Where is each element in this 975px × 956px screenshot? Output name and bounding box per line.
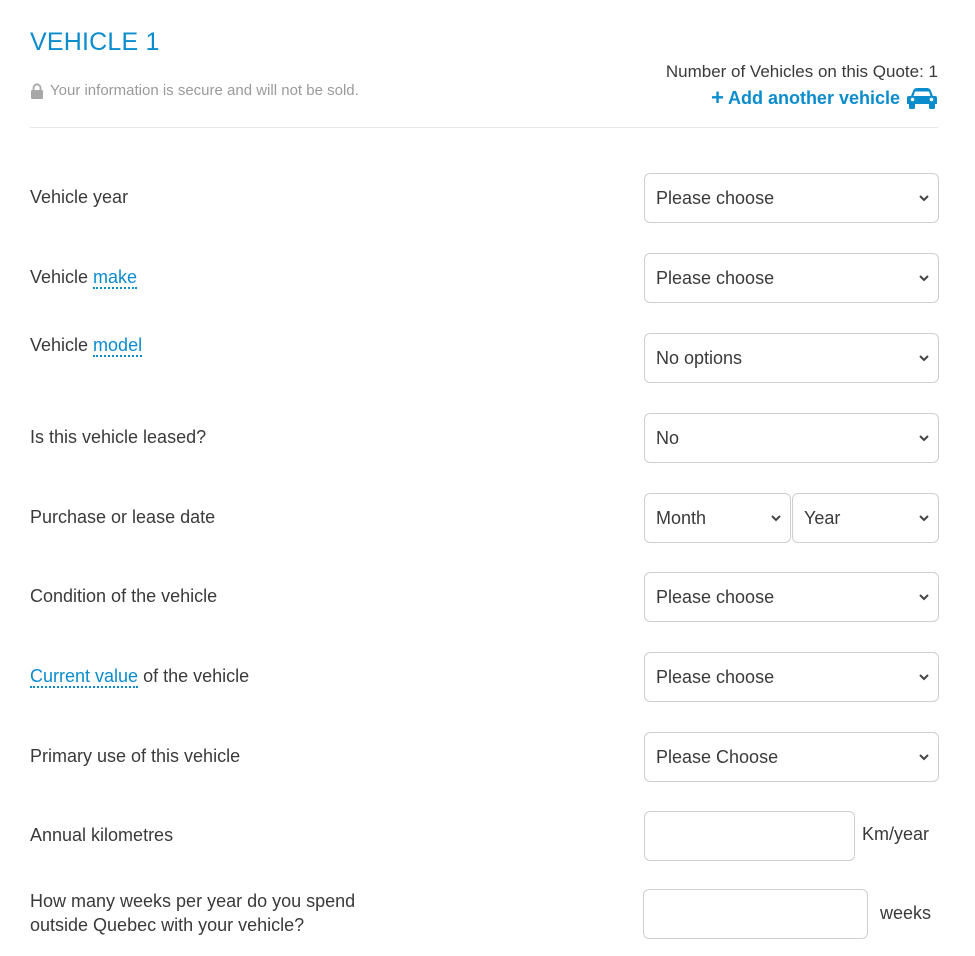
chevron-down-icon	[919, 275, 929, 282]
vehicle-model-value: No options	[656, 347, 743, 368]
current-value-value: Please choose	[656, 666, 775, 687]
purchase-year-value: Year	[804, 507, 841, 528]
weeks-unit: weeks	[880, 903, 932, 923]
add-vehicle-label: Add another vehicle	[727, 87, 900, 108]
chevron-down-icon	[919, 435, 929, 442]
weeks-outside-label-line2: outside Quebec with your vehicle?	[30, 915, 305, 935]
chevron-down-icon	[919, 594, 929, 601]
primary-use-select[interactable]: Please Choose	[644, 732, 939, 782]
page-title: VEHICLE 1	[30, 28, 160, 56]
vehicle-make-value: Please choose	[656, 267, 775, 288]
current-value-label-suffix: of the vehicle	[138, 666, 250, 686]
current-value-label: Current value of the vehicle	[30, 664, 249, 688]
vehicle-year-value: Please choose	[656, 187, 775, 208]
vehicle-leased-label: Is this vehicle leased?	[30, 427, 207, 447]
chevron-down-icon	[919, 754, 929, 761]
vehicle-make-select[interactable]: Please choose	[644, 253, 939, 303]
chevron-down-icon	[771, 515, 781, 522]
vehicle-model-label: Vehicle model	[30, 333, 143, 357]
vehicle-year-label: Vehicle year	[30, 187, 129, 207]
add-vehicle-link[interactable]: + Add another vehicle	[711, 86, 938, 110]
primary-use-label: Primary use of this vehicle	[30, 746, 241, 766]
condition-select[interactable]: Please choose	[644, 572, 939, 622]
vehicle-make-label-prefix: Vehicle	[30, 267, 94, 287]
purchase-month-select[interactable]: Month	[644, 493, 791, 543]
secure-notice: Your information is secure and will not …	[30, 82, 359, 99]
plus-icon: +	[711, 85, 724, 110]
make-help-link[interactable]: make	[93, 267, 138, 289]
annual-kilometres-input[interactable]	[644, 811, 855, 861]
weeks-outside-label: How many weeks per year do you spend out…	[30, 889, 355, 937]
annual-kilometres-label: Annual kilometres	[30, 825, 174, 845]
chevron-down-icon	[919, 195, 929, 202]
chevron-down-icon	[919, 355, 929, 362]
vehicle-year-select[interactable]: Please choose	[644, 173, 939, 223]
current-value-help-link[interactable]: Current value	[30, 666, 139, 688]
chevron-down-icon	[919, 674, 929, 681]
vehicle-leased-value: No	[656, 427, 680, 448]
vehicle-leased-select[interactable]: No	[644, 413, 939, 463]
weeks-outside-label-line1: How many weeks per year do you spend	[30, 891, 356, 911]
vehicle-make-label: Vehicle make	[30, 265, 138, 289]
lock-icon	[31, 82, 43, 99]
vehicle-model-select[interactable]: No options	[644, 333, 939, 383]
condition-value: Please choose	[656, 586, 775, 607]
chevron-down-icon	[919, 515, 929, 522]
purchase-date-label: Purchase or lease date	[30, 507, 216, 527]
secure-text: Your information is secure and will not …	[50, 82, 359, 99]
purchase-year-select[interactable]: Year	[792, 493, 939, 543]
condition-label: Condition of the vehicle	[30, 586, 218, 606]
primary-use-value: Please Choose	[656, 746, 779, 767]
kilometres-unit: Km/year	[862, 824, 930, 844]
header-divider	[30, 127, 938, 128]
current-value-select[interactable]: Please choose	[644, 652, 939, 702]
car-icon	[907, 88, 937, 109]
model-help-link[interactable]: model	[93, 335, 143, 357]
weeks-outside-input[interactable]	[643, 889, 868, 939]
vehicle-model-label-prefix: Vehicle	[30, 335, 94, 355]
vehicle-count: Number of Vehicles on this Quote: 1	[665, 62, 938, 81]
purchase-month-value: Month	[656, 507, 707, 528]
